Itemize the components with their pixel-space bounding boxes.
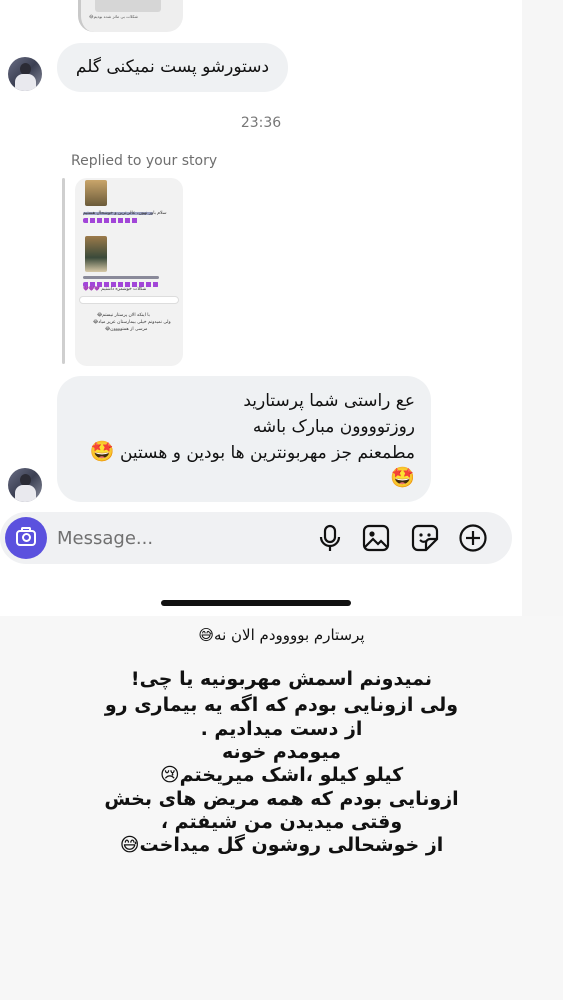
preview-line-2: [83, 276, 159, 279]
avatar[interactable]: [8, 57, 42, 91]
preview-hearts: [83, 218, 139, 223]
story-line-3: از دست میدادیم .: [200, 718, 363, 740]
plus-icon[interactable]: [458, 523, 488, 553]
camera-button[interactable]: [5, 517, 47, 559]
chat-panel: شکلات بی مائز شده بودیم😂 دستورشو پست نمی…: [0, 0, 522, 616]
sticker-icon[interactable]: [410, 523, 440, 553]
message-composer: [0, 512, 512, 564]
story-line-7: وقتی میدیدن من شیفتم ،: [160, 811, 403, 833]
story-line-4: میومدم خونه: [222, 741, 341, 763]
preview-composer: [79, 296, 179, 304]
timestamp: 23:36: [240, 115, 282, 131]
preview-image: [85, 180, 107, 206]
preview-text-2: شکلات خوشمزه داشتیم 💜💜💜: [83, 287, 147, 292]
screenshot: شکلات بی مائز شده بودیم😂 دستورشو پست نمی…: [0, 0, 563, 1000]
story-preview[interactable]: سلام باور نهون، عالی‌ترین و خوشحال هستیم…: [75, 178, 183, 366]
home-indicator: [161, 600, 351, 606]
background-strip: [522, 0, 563, 616]
microphone-icon[interactable]: [315, 523, 345, 553]
story-line-2: ولی ازونایی بودم که اگه یه بیماری رو: [104, 694, 459, 716]
story-line-5: کیلو کیلو ،اشک میریختم😢: [159, 764, 404, 786]
thumbnail-caption: شکلات بی مائز شده بودیم😂: [89, 14, 138, 19]
story-caption: پرستارم بوووودم الان نه😅: [198, 626, 365, 644]
star-struck-emoji: 🤩: [89, 439, 115, 463]
preview-text-4: ولی نمیدونم خیلی بیمارستان عزیز میاد😂: [93, 320, 171, 325]
message-line-2: روزتوووون مبارک باشه: [252, 417, 415, 437]
preview-image-2: [85, 236, 107, 272]
message-bubble[interactable]: دستورشو پست نمیکنی گلم: [57, 43, 288, 92]
message-bubble-2[interactable]: عع راستی شما پرستارید روزتوووون مبارک با…: [57, 376, 431, 502]
story-line-1: نمیدونم اسمش مهربونیه یا چی!: [130, 668, 433, 690]
preview-text-3: با اینکه الان پرستار نیستم😂: [97, 313, 150, 318]
story-reply-thumbnail-top[interactable]: شکلات بی مائز شده بودیم😂: [78, 0, 183, 32]
preview-text-5: مرسی از همتوووون😂: [105, 327, 148, 332]
star-struck-emoji-2: 🤩: [390, 465, 415, 489]
thumbnail-image: [95, 0, 161, 12]
replied-label: Replied to your story: [71, 153, 218, 169]
story-line-8: از خوشحالی روشون گل میداخت😅: [119, 834, 444, 856]
avatar-2[interactable]: [8, 468, 42, 502]
message-line-3: مطمعنم جز مهربونترین ها بودین و هستین: [119, 443, 415, 463]
preview-text: سلام باور نهون، عالی‌ترین و خوشحال هستیم: [83, 211, 167, 216]
gallery-icon[interactable]: [361, 523, 391, 553]
message-line-1: عع راستی شما پرستارید: [243, 391, 415, 411]
reply-divider: [62, 178, 65, 364]
message-input[interactable]: [57, 526, 297, 550]
story-line-6: ازونایی بودم که همه مریض های بخش: [104, 788, 459, 810]
message-text: دستورشو پست نمیکنی گلم: [75, 57, 270, 77]
